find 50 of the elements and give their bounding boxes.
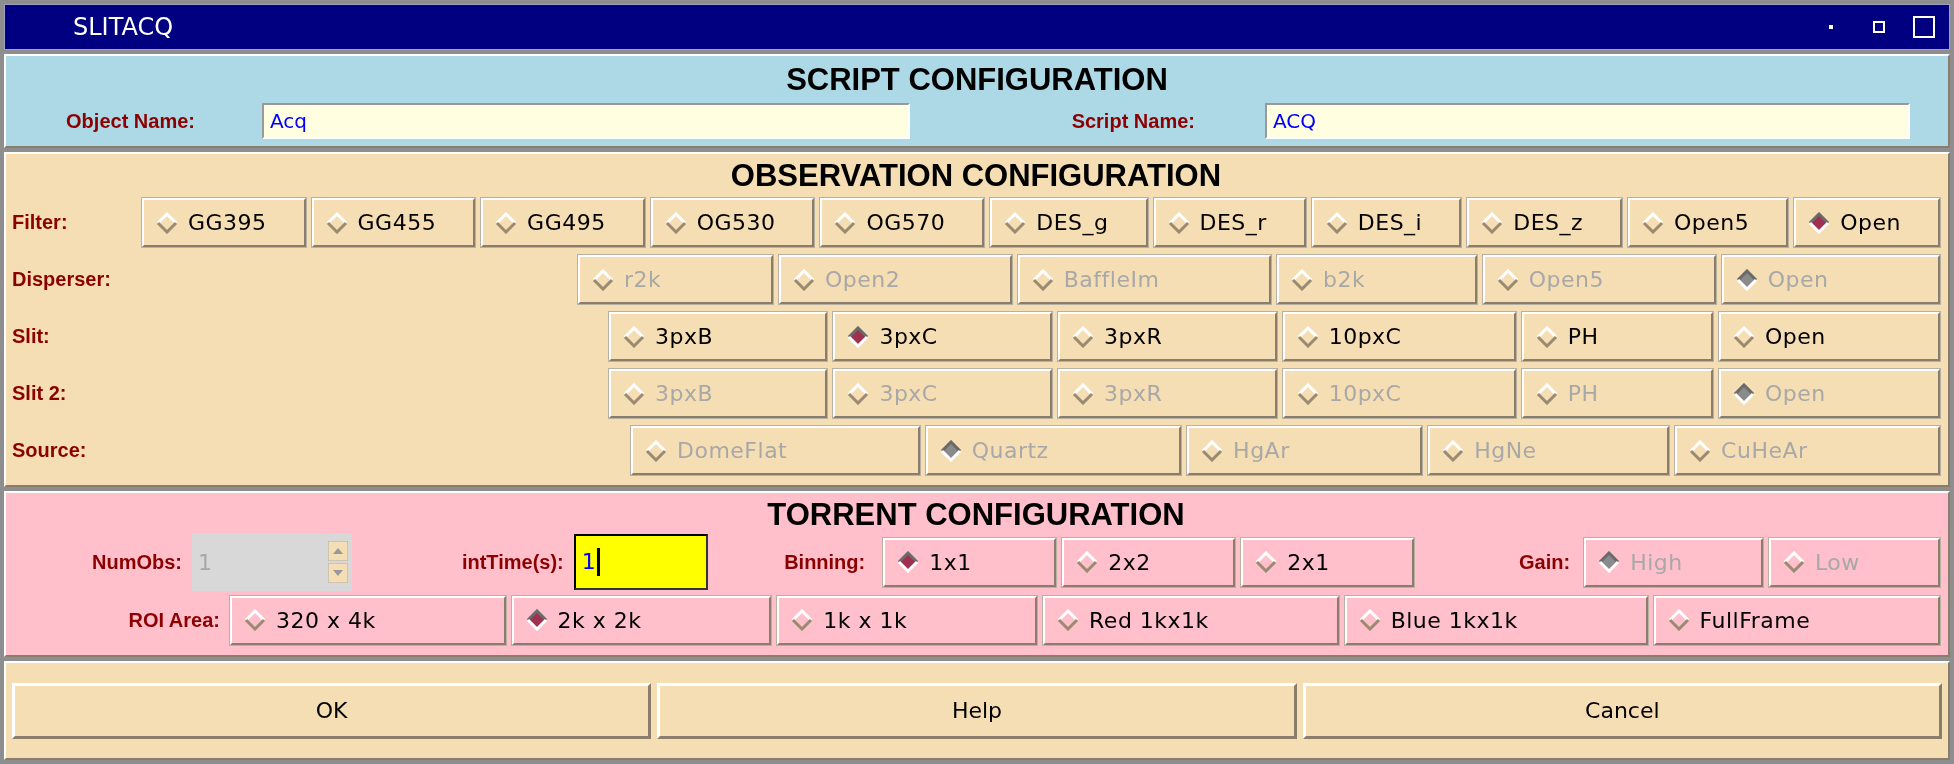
radio-option[interactable]: Blue 1kx1k bbox=[1344, 595, 1648, 645]
radio-option[interactable]: Open bbox=[1794, 198, 1940, 247]
radio-option[interactable]: FullFrame bbox=[1653, 595, 1941, 645]
radio-option[interactable]: DES_z bbox=[1467, 198, 1622, 247]
radio-option[interactable]: Open bbox=[1718, 312, 1940, 361]
radio-option[interactable]: DES_g bbox=[990, 198, 1148, 247]
radio-option[interactable]: Open5 bbox=[1628, 198, 1789, 247]
row-label: Slit 2: bbox=[12, 382, 68, 405]
radio-option[interactable]: 3pxR bbox=[1058, 312, 1277, 361]
dialog-button[interactable]: OK bbox=[12, 682, 652, 739]
radio-option[interactable]: 2x1 bbox=[1241, 537, 1415, 587]
radio-option[interactable]: Red 1kx1k bbox=[1043, 595, 1339, 645]
field-label: ROI Area: bbox=[127, 608, 221, 632]
dialog-button[interactable]: Cancel bbox=[1302, 682, 1942, 739]
row-label: Slit: bbox=[12, 325, 51, 348]
section-heading: TORRENT CONFIGURATION bbox=[767, 497, 1185, 533]
field-label: Binning: bbox=[783, 550, 867, 574]
radio-option[interactable]: GG495 bbox=[481, 198, 645, 247]
radio-option[interactable]: OG570 bbox=[820, 198, 985, 247]
text-field[interactable]: Acq bbox=[262, 103, 910, 139]
field-label: Gain: bbox=[1518, 550, 1572, 574]
radio-option[interactable]: 2k x 2k bbox=[511, 595, 772, 645]
radio-option[interactable]: 10pxC bbox=[1282, 312, 1516, 361]
radio-option[interactable]: OG530 bbox=[650, 198, 815, 247]
field-label: Object Name: bbox=[65, 109, 196, 133]
section-heading: SCRIPT CONFIGURATION bbox=[786, 62, 1168, 98]
radio-option[interactable]: DES_r bbox=[1153, 198, 1306, 247]
radio-option[interactable]: 3pxB bbox=[609, 312, 828, 361]
section-heading: OBSERVATION CONFIGURATION bbox=[730, 158, 1222, 194]
row-label: Disperser: bbox=[12, 268, 112, 291]
radio-option[interactable]: 2x2 bbox=[1062, 537, 1236, 587]
radio-option[interactable]: DES_i bbox=[1311, 198, 1462, 247]
radio-option[interactable]: GG395 bbox=[142, 198, 306, 247]
radio-option[interactable]: 320 x 4k bbox=[230, 595, 506, 645]
row-label: Source: bbox=[12, 439, 88, 462]
text-field[interactable]: ACQ bbox=[1265, 103, 1910, 139]
minimize-icon[interactable] bbox=[1873, 21, 1885, 33]
radio-option[interactable]: 1k x 1k bbox=[777, 595, 1038, 645]
field-label: NumObs: bbox=[91, 550, 183, 574]
radio-option[interactable]: PH bbox=[1521, 312, 1713, 361]
window-title: SLITACQ bbox=[73, 13, 175, 41]
maximize-icon[interactable] bbox=[1913, 16, 1935, 38]
radio-option[interactable]: GG455 bbox=[311, 198, 476, 247]
field-label: intTime(s): bbox=[460, 550, 565, 574]
field-label: Script Name: bbox=[1070, 109, 1196, 133]
radio-option[interactable]: 3pxC bbox=[833, 312, 1053, 361]
dialog-button[interactable]: Help bbox=[657, 682, 1297, 739]
text-field[interactable]: 1 bbox=[573, 534, 709, 590]
row-label: Filter: bbox=[12, 211, 69, 234]
radio-option[interactable]: 1x1 bbox=[883, 537, 1057, 587]
